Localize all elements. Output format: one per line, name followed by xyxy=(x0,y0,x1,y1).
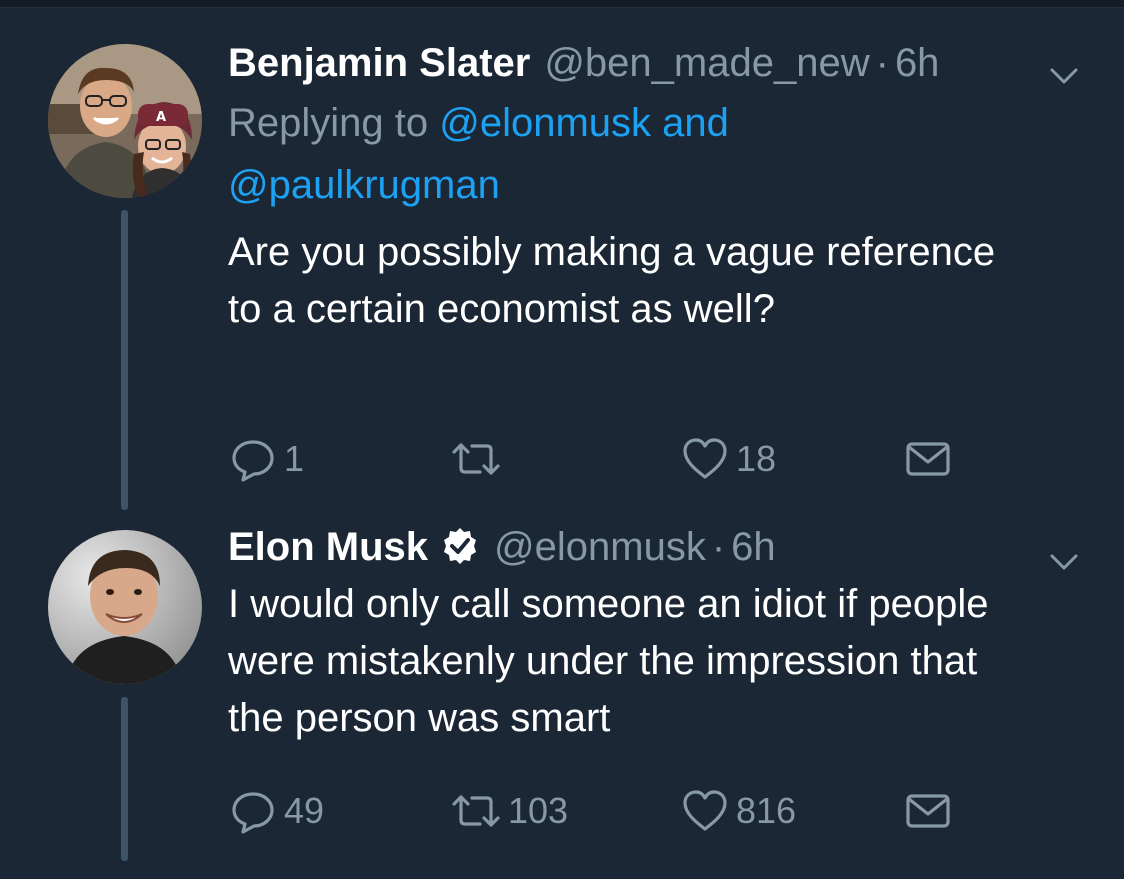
thread-line xyxy=(121,697,128,861)
reply-button[interactable]: 1 xyxy=(228,434,304,484)
like-count: 18 xyxy=(736,438,777,479)
direct-message-button[interactable] xyxy=(904,434,952,484)
separator-dot: · xyxy=(875,41,889,85)
svg-text:A: A xyxy=(156,110,166,125)
replying-and[interactable]: and xyxy=(651,101,729,145)
chevron-down-icon[interactable] xyxy=(1044,56,1084,96)
tweet-reply-elon[interactable]: Elon Musk @elonmusk · 6h I would only ca… xyxy=(0,520,1124,879)
tweet-reply-benjamin[interactable]: A Benjamin Slater @ben_made_new · 6h Rep… xyxy=(0,36,1124,516)
tweet-text: I would only call someone an idiot if pe… xyxy=(228,582,989,740)
like-count: 816 xyxy=(736,790,797,831)
timestamp[interactable]: 6h xyxy=(731,520,776,574)
author-name[interactable]: Elon Musk xyxy=(228,520,428,574)
like-button[interactable]: 816 xyxy=(680,786,796,836)
retweet-count: 103 xyxy=(508,790,569,831)
like-icon xyxy=(683,790,727,831)
avatar[interactable]: A xyxy=(48,44,202,198)
reply-icon xyxy=(232,792,274,834)
like-icon xyxy=(683,438,727,479)
top-divider xyxy=(0,0,1124,8)
like-button[interactable]: 18 xyxy=(680,434,776,484)
reply-count: 1 xyxy=(284,438,305,479)
tweet-actions: 1 18 xyxy=(228,434,968,484)
author-handle[interactable]: @elonmusk xyxy=(494,520,706,574)
author-handle[interactable]: @ben_made_new xyxy=(544,36,869,90)
tweet-header: Benjamin Slater @ben_made_new · 6h xyxy=(228,36,1048,90)
mention-link[interactable]: @elonmusk xyxy=(439,101,651,145)
tweet-actions: 49 103 816 xyxy=(228,786,968,836)
retweet-button[interactable] xyxy=(450,434,508,484)
tweet-content: Benjamin Slater @ben_made_new · 6h Reply… xyxy=(228,36,1048,338)
retweet-icon xyxy=(452,443,500,475)
replying-to: Replying to @elonmusk and @paulkrugman xyxy=(228,92,1048,216)
thread-line xyxy=(121,210,128,510)
direct-message-icon xyxy=(906,794,950,828)
tweet-text: Are you possibly making a vague referenc… xyxy=(228,230,996,331)
tweet-content: Elon Musk @elonmusk · 6h I would only ca… xyxy=(228,520,1048,747)
reply-icon xyxy=(232,440,274,482)
separator-dot: · xyxy=(711,525,726,569)
reply-count: 49 xyxy=(284,790,325,831)
avatar[interactable] xyxy=(48,530,202,684)
replying-to-label: Replying to xyxy=(228,101,440,145)
author-name[interactable]: Benjamin Slater xyxy=(228,36,530,90)
chevron-down-icon[interactable] xyxy=(1044,542,1084,582)
direct-message-icon xyxy=(906,442,950,476)
reply-button[interactable]: 49 xyxy=(228,786,324,836)
avatar-photo-icon: A xyxy=(48,44,202,198)
verified-badge-icon xyxy=(444,528,477,564)
direct-message-button[interactable] xyxy=(904,786,952,836)
timestamp[interactable]: 6h xyxy=(895,36,940,90)
mention-link[interactable]: @paulkrugman xyxy=(228,163,500,207)
retweet-icon xyxy=(452,795,500,827)
retweet-button[interactable]: 103 xyxy=(450,786,568,836)
tweet-header: Elon Musk @elonmusk · 6h xyxy=(228,520,1048,574)
avatar-photo-icon xyxy=(48,530,202,684)
